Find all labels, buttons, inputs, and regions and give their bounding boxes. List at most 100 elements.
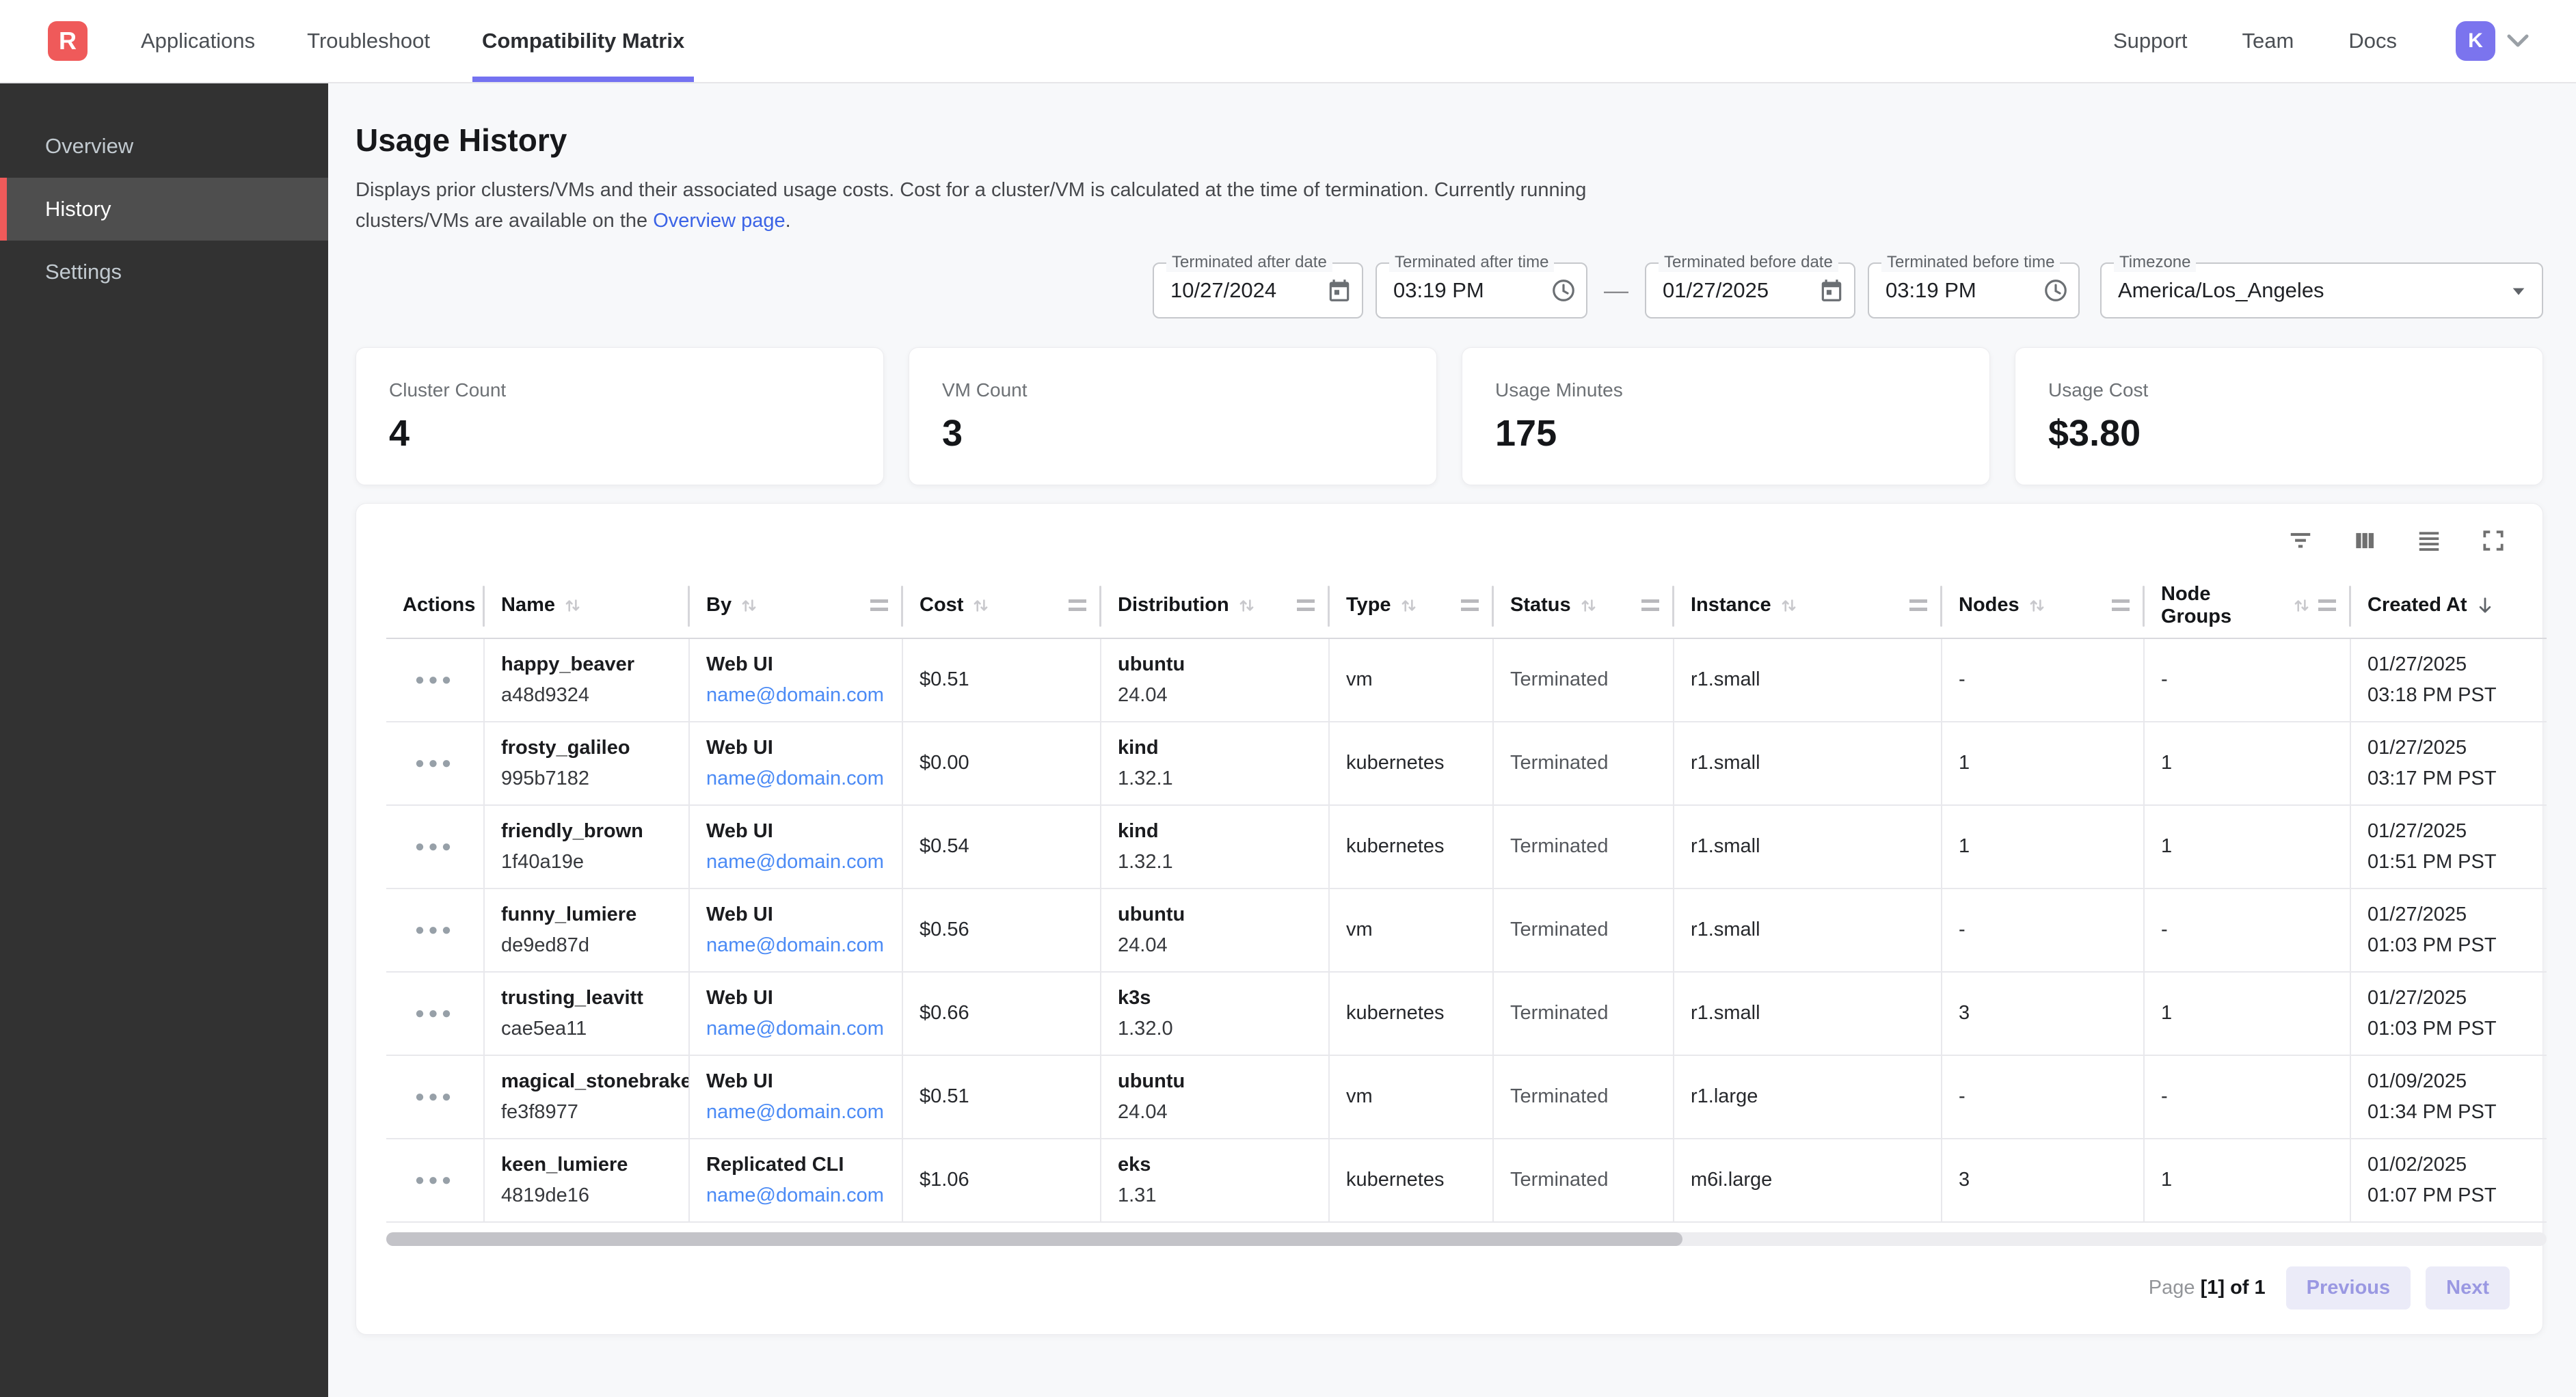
row-actions-button[interactable]: ●●● bbox=[415, 922, 455, 938]
terminated-after-date-value[interactable]: 10/27/2024 bbox=[1170, 278, 1326, 303]
sort-icon[interactable] bbox=[1778, 595, 1799, 616]
row-actions-button[interactable]: ●●● bbox=[415, 755, 455, 772]
cluster-name: friendly_brown bbox=[501, 820, 672, 843]
stat-value: 175 bbox=[1495, 412, 1957, 455]
terminated-after-time-value[interactable]: 03:19 PM bbox=[1393, 278, 1551, 303]
column-menu-icon[interactable] bbox=[1297, 599, 1315, 611]
column-header-nodes[interactable]: Nodes bbox=[1942, 573, 2145, 638]
sort-icon[interactable] bbox=[1398, 595, 1419, 616]
density-icon[interactable] bbox=[2415, 527, 2443, 554]
calendar-icon[interactable] bbox=[1819, 277, 1844, 303]
column-menu-icon[interactable] bbox=[1909, 599, 1927, 611]
column-menu-icon[interactable] bbox=[1641, 599, 1659, 611]
email-link[interactable]: name@domain.com bbox=[706, 1184, 885, 1207]
table-row: ●●●frosty_galileo995b7182Web UIname@doma… bbox=[386, 722, 2547, 806]
row-actions-button[interactable]: ●●● bbox=[415, 672, 455, 688]
email-link[interactable]: name@domain.com bbox=[706, 851, 885, 873]
horizontal-scrollbar-track[interactable] bbox=[386, 1232, 2547, 1246]
cell-created-at: 01/02/202501:07 PM PST bbox=[2351, 1139, 2540, 1221]
terminated-before-date-value[interactable]: 01/27/2025 bbox=[1663, 278, 1819, 303]
column-header-name[interactable]: Name bbox=[485, 573, 690, 638]
row-actions-button[interactable]: ●●● bbox=[415, 1172, 455, 1189]
cell-actions: ●●● bbox=[386, 806, 485, 888]
row-actions-button[interactable]: ●●● bbox=[415, 1089, 455, 1105]
column-header-cost[interactable]: Cost bbox=[903, 573, 1101, 638]
sort-icon[interactable] bbox=[1236, 595, 1257, 616]
sidebar-item-overview[interactable]: Overview bbox=[0, 115, 328, 178]
terminated-after-time-field[interactable]: Terminated after time 03:19 PM bbox=[1376, 262, 1587, 318]
email-link[interactable]: name@domain.com bbox=[706, 768, 885, 790]
stat-value: 4 bbox=[389, 412, 850, 455]
cell-by: Web UIname@domain.com bbox=[690, 889, 903, 971]
email-link[interactable]: name@domain.com bbox=[706, 1101, 885, 1124]
column-menu-icon[interactable] bbox=[1069, 599, 1086, 611]
column-header-created-at[interactable]: Created At bbox=[2351, 573, 2540, 638]
nav-link-support[interactable]: Support bbox=[2113, 29, 2188, 53]
nav-link-team[interactable]: Team bbox=[2242, 29, 2294, 53]
distribution-name: eks bbox=[1118, 1154, 1312, 1176]
email-link[interactable]: name@domain.com bbox=[706, 1018, 885, 1040]
next-button[interactable]: Next bbox=[2426, 1266, 2510, 1310]
avatar[interactable]: K bbox=[2456, 21, 2495, 61]
sidebar-item-history[interactable]: History bbox=[0, 178, 328, 241]
nav-tab-applications[interactable]: Applications bbox=[141, 0, 255, 82]
nav-link-docs[interactable]: Docs bbox=[2348, 29, 2397, 53]
sort-icon[interactable] bbox=[738, 595, 759, 616]
columns-icon[interactable] bbox=[2351, 527, 2378, 554]
table-row: ●●●keen_lumiere4819de16Replicated CLInam… bbox=[386, 1139, 2547, 1223]
account-menu[interactable]: K bbox=[2456, 21, 2530, 61]
filter-icon[interactable] bbox=[2287, 527, 2314, 554]
horizontal-scrollbar-thumb[interactable] bbox=[386, 1232, 1682, 1246]
cell-instance: r1.small bbox=[1674, 806, 1942, 888]
clock-icon[interactable] bbox=[1551, 277, 1577, 303]
column-menu-icon[interactable] bbox=[2318, 599, 2336, 611]
timezone-select[interactable]: Timezone America/Los_Angeles bbox=[2100, 262, 2543, 318]
column-header-by[interactable]: By bbox=[690, 573, 903, 638]
cell-created-at: 01/27/202501:03 PM PST bbox=[2351, 889, 2540, 971]
column-header-type[interactable]: Type bbox=[1330, 573, 1494, 638]
dropdown-arrow-icon[interactable] bbox=[2505, 277, 2532, 304]
sort-icon[interactable] bbox=[970, 595, 991, 616]
pagination: Page [1] of 1 Previous Next bbox=[386, 1266, 2512, 1310]
column-header-node-groups[interactable]: Node Groups bbox=[2145, 573, 2351, 638]
status-value: Terminated bbox=[1510, 919, 1656, 941]
terminated-before-time-field[interactable]: Terminated before time 03:19 PM bbox=[1868, 262, 2080, 318]
cell-node-groups: 1 bbox=[2145, 806, 2351, 888]
column-header-instance[interactable]: Instance bbox=[1674, 573, 1942, 638]
calendar-icon[interactable] bbox=[1326, 277, 1352, 303]
created-time: 01:51 PM PST bbox=[2367, 851, 2523, 873]
sort-icon[interactable] bbox=[1578, 595, 1598, 616]
clock-icon[interactable] bbox=[2043, 277, 2069, 303]
chevron-down-icon[interactable] bbox=[2506, 33, 2530, 49]
sort-icon[interactable] bbox=[2026, 595, 2047, 616]
nodes-value: 1 bbox=[1959, 835, 2127, 858]
column-header-status[interactable]: Status bbox=[1494, 573, 1674, 638]
previous-button[interactable]: Previous bbox=[2286, 1266, 2411, 1310]
terminated-before-date-field[interactable]: Terminated before date 01/27/2025 bbox=[1645, 262, 1855, 318]
column-menu-icon[interactable] bbox=[1461, 599, 1479, 611]
email-link[interactable]: name@domain.com bbox=[706, 934, 885, 957]
fullscreen-icon[interactable] bbox=[2480, 527, 2507, 554]
terminated-after-date-field[interactable]: Terminated after date 10/27/2024 bbox=[1153, 262, 1363, 318]
nav-tab-troubleshoot[interactable]: Troubleshoot bbox=[307, 0, 430, 82]
terminated-before-time-value[interactable]: 03:19 PM bbox=[1886, 278, 2043, 303]
cluster-name: frosty_galileo bbox=[501, 737, 672, 759]
sort-icon[interactable] bbox=[562, 595, 582, 616]
overview-page-link[interactable]: Overview page bbox=[653, 210, 785, 232]
cell-node-groups: - bbox=[2145, 1056, 2351, 1138]
timezone-value[interactable]: America/Los_Angeles bbox=[2118, 278, 2505, 303]
nav-tab-compatibility-matrix[interactable]: Compatibility Matrix bbox=[482, 0, 684, 82]
sort-desc-icon[interactable] bbox=[2474, 595, 2496, 616]
column-header-distribution[interactable]: Distribution bbox=[1101, 573, 1330, 638]
row-actions-button[interactable]: ●●● bbox=[415, 839, 455, 855]
cell-nodes: 1 bbox=[1942, 722, 2145, 804]
column-header-label: By bbox=[706, 594, 732, 616]
column-menu-icon[interactable] bbox=[2112, 599, 2130, 611]
email-link[interactable]: name@domain.com bbox=[706, 684, 885, 707]
replicated-logo[interactable]: R bbox=[48, 21, 88, 61]
sidebar-item-settings[interactable]: Settings bbox=[0, 241, 328, 303]
sort-icon[interactable] bbox=[2291, 595, 2311, 616]
nodes-value: 3 bbox=[1959, 1169, 2127, 1191]
row-actions-button[interactable]: ●●● bbox=[415, 1005, 455, 1022]
column-menu-icon[interactable] bbox=[870, 599, 888, 611]
